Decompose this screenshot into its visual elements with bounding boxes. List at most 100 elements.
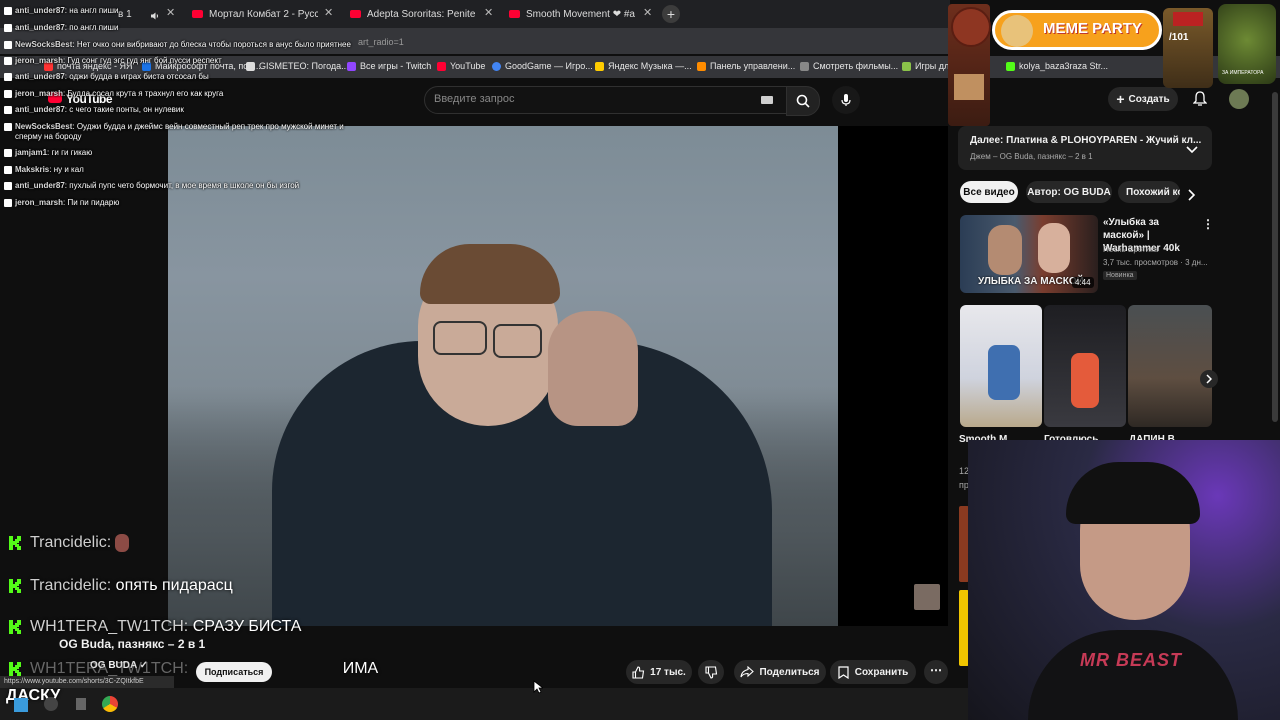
short-figure (988, 345, 1020, 400)
search-icon (796, 94, 810, 108)
goodgame-icon (4, 182, 12, 190)
thumbs-down-icon (704, 665, 717, 679)
next-up-subtitle: Джем – OG Buda, пазнякс – 2 в 1 (970, 152, 1093, 161)
taskbar-app-icon[interactable] (44, 697, 58, 711)
goodgame-icon (4, 106, 12, 114)
filter-similar[interactable]: Похожий кон (1118, 181, 1180, 203)
bookmark-goodgame[interactable]: GoodGame — Игро... (492, 61, 593, 71)
close-tab-icon[interactable]: ✕ (484, 6, 493, 19)
recommended-channel[interactable]: Песнь Еретика (1103, 245, 1158, 254)
avatar[interactable] (1229, 89, 1249, 109)
kick-icon (9, 536, 21, 550)
emote-icon (115, 534, 130, 552)
chat-message: jamjam1: ги ги гикаю (4, 148, 92, 157)
bookmark-control-panel[interactable]: Панель управлени... (697, 61, 795, 71)
meme-party-text: MEME PARTY (1043, 20, 1142, 37)
bookmark-youtube[interactable]: YouTube (437, 61, 485, 71)
bookmark-icon (838, 665, 849, 679)
webcam-beanie (1066, 462, 1200, 524)
video-title: OG Buda, пазнякс – 2 в 1 (59, 637, 206, 651)
notifications-button[interactable] (1192, 91, 1208, 112)
chat-message: anti_under87: на англ пиши (4, 6, 119, 15)
chrome-icon[interactable] (102, 696, 118, 712)
goodgame-icon (4, 166, 12, 174)
chat-message: Makskris: ну и кал (4, 165, 84, 174)
short-thumbnail-3[interactable] (1128, 305, 1212, 427)
chevron-right-icon[interactable] (1200, 370, 1218, 388)
video-hand (548, 311, 638, 426)
chat-message: NewSocksBest: Нет очко они вибривают до … (4, 40, 351, 49)
share-button[interactable]: Поделиться (734, 660, 826, 684)
channel-thumbnail (914, 584, 940, 610)
chat-message: jeron_marsh: Гуд сонг гуд эгс гуд янг бо… (4, 56, 222, 65)
new-tab-button[interactable]: + (662, 5, 680, 23)
kick-chat-message: WH1TERA_TW1TCH: СРАЗУ БИСТА (8, 618, 301, 636)
kick-icon (9, 620, 21, 634)
orc-sticker: ЗА ИМПЕРАТОРА (1218, 4, 1276, 84)
video-person-hair (420, 244, 560, 304)
taskbar-app-icon[interactable] (76, 698, 86, 710)
save-button[interactable]: Сохранить (830, 660, 916, 684)
windows-start-icon[interactable] (14, 698, 28, 712)
next-up-card[interactable]: Далее: Платина & PLOHOYPAREN - Жучий кл.… (958, 126, 1212, 170)
doge-icon (1001, 15, 1033, 47)
scroll-icon (954, 74, 984, 100)
sticker-caption: ЗА ИМПЕРАТОРА (1222, 70, 1264, 76)
bookmark-movies[interactable]: Смотреть фильмы... (800, 61, 898, 71)
filter-author[interactable]: Автор: OG BUDA (1026, 181, 1112, 203)
more-icon: ⋯ (930, 663, 942, 677)
goodgame-icon (4, 57, 12, 65)
medal-badge: /101 (1163, 8, 1213, 88)
chevron-right-icon[interactable] (1188, 188, 1196, 206)
dislike-button[interactable] (698, 660, 724, 684)
plus-icon: + (1116, 91, 1125, 107)
goodgame-icon (4, 73, 12, 81)
more-actions-button[interactable]: ⋯ (924, 660, 948, 684)
chat-message: anti_under87: оджи будда в играх биста о… (4, 72, 209, 81)
webcam-feed: MR BEAST (968, 440, 1280, 720)
chat-message: anti_under87: с чего такие понты, он нул… (4, 105, 184, 114)
bookmark-yandex-music[interactable]: Яндекс Музыка —... (595, 61, 692, 71)
filter-all[interactable]: Все видео (960, 181, 1018, 203)
keyboard-icon[interactable] (761, 96, 773, 104)
short-figure (1071, 353, 1099, 408)
thumb-caption: УЛЫБКА ЗА МАСКОЙ (978, 276, 1084, 287)
ribbon-icon (1173, 12, 1203, 26)
bell-icon (1192, 91, 1208, 106)
bookmark-games[interactable]: Игры для (902, 61, 954, 71)
voice-search-button[interactable] (832, 86, 860, 114)
mic-icon (841, 94, 851, 106)
goodgame-icon (4, 41, 12, 49)
close-tab-icon[interactable]: ✕ (643, 6, 652, 19)
video-glasses-right (493, 324, 542, 358)
thumb-face-left (988, 225, 1022, 275)
search-button[interactable] (786, 86, 820, 116)
chat-message: NewSocksBest: Оуджи будда и джеймс вейн … (4, 122, 344, 131)
chat-message: anti_under87: пухлый пупс чето бормочит,… (4, 181, 299, 190)
next-up-title: Далее: Платина & PLOHOYPAREN - Жучий кл.… (970, 135, 1202, 146)
stream-chat-overlay: anti_under87: на англ пиши anti_under87:… (0, 0, 380, 210)
meme-party-banner: MEME PARTY (992, 10, 1162, 50)
search-input[interactable]: Введите запрос (424, 86, 788, 114)
youtube-icon (509, 10, 520, 18)
counter-text: /101 (1169, 32, 1189, 43)
chevron-down-icon[interactable] (1186, 141, 1198, 159)
chat-message: jeron_marsh: Пи пи пидарю (4, 198, 119, 207)
shirt-logo: MR BEAST (1080, 650, 1182, 670)
more-vert-icon[interactable]: ⋮ (1202, 217, 1214, 231)
new-badge: Новинка (1103, 271, 1137, 280)
short-thumbnail-2[interactable] (1044, 305, 1126, 427)
video-glasses-left (433, 321, 487, 355)
create-button[interactable]: + Создать (1108, 87, 1178, 111)
chat-message-continued: сперму на бороду (15, 132, 82, 141)
recommended-thumbnail[interactable]: УЛЫБКА ЗА МАСКОЙ 4:44 (960, 215, 1098, 293)
short-thumbnail-1[interactable] (960, 305, 1042, 427)
goodgame-icon (4, 199, 12, 207)
bookmark-kick[interactable]: kolya_baza3raza Str... (1006, 61, 1108, 71)
scrollbar[interactable] (1272, 92, 1278, 422)
goodgame-icon (4, 24, 12, 32)
goodgame-icon (4, 7, 12, 15)
recommended-meta: 3,7 тыс. просмотров · 3 дн... (1103, 258, 1208, 267)
tab-4[interactable]: Smooth Movement ❤ #amazing (509, 4, 635, 24)
like-button[interactable]: 17 тыс. (626, 660, 692, 684)
